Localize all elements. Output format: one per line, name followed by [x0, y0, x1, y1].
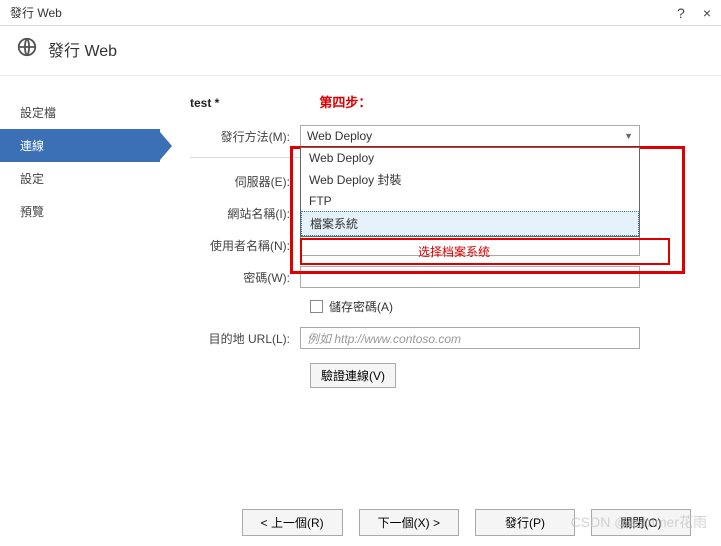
publish-method-select[interactable]: Web Deploy ▼ [300, 125, 640, 147]
label-username: 使用者名稱(N): [190, 237, 300, 254]
validate-button[interactable]: 驗證連線(V) [310, 363, 396, 388]
main-area: 設定檔 連線 設定 預覽 test * 第四步： 發行方法(M): Web De… [0, 76, 721, 546]
dest-url-input[interactable]: 例如 http://www.contoso.com [300, 327, 640, 349]
prev-button[interactable]: < 上一個(R) [242, 509, 343, 536]
row-publish-method: 發行方法(M): Web Deploy ▼ Web Deploy Web Dep… [190, 125, 691, 147]
row-username: 使用者名稱(N): [190, 234, 691, 256]
label-server: 伺服器(E): [190, 173, 300, 190]
sidebar-item-label: 設定 [20, 172, 44, 186]
option-web-deploy-package[interactable]: Web Deploy 封裝 [301, 168, 639, 191]
password-input[interactable] [300, 266, 640, 288]
save-password-checkbox[interactable] [310, 300, 323, 313]
label-save-password: 儲存密碼(A) [329, 298, 393, 315]
sidebar-item-label: 預覽 [20, 205, 44, 219]
field-publish-method: Web Deploy ▼ Web Deploy Web Deploy 封裝 FT… [300, 125, 691, 147]
sidebar: 設定檔 連線 設定 預覽 [0, 76, 160, 546]
profile-row: test * 第四步： [190, 92, 691, 111]
label-publish-method: 發行方法(M): [190, 128, 300, 145]
sidebar-item-profile[interactable]: 設定檔 [0, 96, 160, 129]
sidebar-item-preview[interactable]: 預覽 [0, 195, 160, 228]
sidebar-item-label: 設定檔 [20, 106, 56, 120]
sidebar-item-label: 連線 [20, 139, 44, 153]
next-button[interactable]: 下一個(X) > [359, 509, 459, 536]
option-ftp[interactable]: FTP [301, 191, 639, 211]
row-save-password: 儲存密碼(A) [310, 298, 691, 315]
sidebar-item-settings[interactable]: 設定 [0, 162, 160, 195]
row-password: 密碼(W): [190, 266, 691, 288]
dialog-header: 發行 Web [0, 26, 721, 76]
row-dest-url: 目的地 URL(L): 例如 http://www.contoso.com [190, 327, 691, 349]
dialog-title: 發行 Web [48, 37, 117, 61]
close-icon[interactable]: × [703, 5, 711, 21]
annotation-step: 第四步： [319, 92, 371, 111]
window-title: 發行 Web [10, 4, 62, 21]
profile-name: test * [190, 96, 219, 110]
help-icon[interactable]: ? [677, 5, 685, 21]
username-input[interactable] [300, 234, 640, 256]
publish-button[interactable]: 發行(P) [475, 509, 575, 536]
chevron-down-icon: ▼ [624, 131, 633, 141]
option-file-system[interactable]: 檔案系統 [301, 211, 639, 236]
titlebar-controls: ? × [677, 5, 711, 21]
sidebar-item-connection[interactable]: 連線 [0, 129, 160, 162]
publish-method-dropdown: Web Deploy Web Deploy 封裝 FTP 檔案系統 [300, 147, 640, 237]
titlebar: 發行 Web ? × [0, 0, 721, 26]
watermark: CSDN @summer花雨 [571, 512, 707, 532]
content: test * 第四步： 發行方法(M): Web Deploy ▼ Web De… [160, 76, 721, 546]
option-web-deploy[interactable]: Web Deploy [301, 148, 639, 168]
globe-icon [16, 36, 38, 61]
label-password: 密碼(W): [190, 269, 300, 286]
label-dest-url: 目的地 URL(L): [190, 330, 300, 347]
publish-method-value: Web Deploy [307, 129, 372, 143]
label-site: 網站名稱(I): [190, 205, 300, 222]
